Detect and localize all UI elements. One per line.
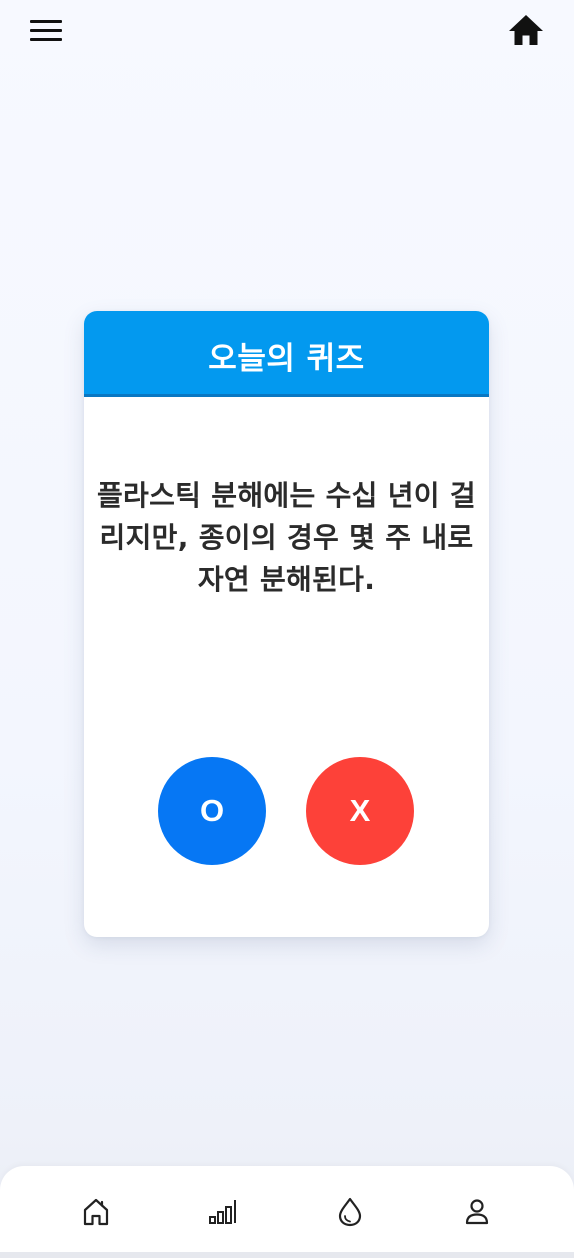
bottom-nav: [0, 1166, 574, 1258]
hamburger-menu-icon[interactable]: [28, 16, 64, 46]
top-bar: [0, 0, 574, 64]
quiz-question: 플라스틱 분해에는 수십 년이 걸리지만, 종이의 경우 몇 주 내로 자연 분…: [97, 479, 476, 596]
bottom-edge: [0, 1252, 574, 1258]
answer-o-button[interactable]: O: [158, 757, 266, 865]
nav-user-icon[interactable]: [459, 1196, 495, 1228]
nav-bar-chart-icon[interactable]: [205, 1196, 241, 1228]
quiz-card: 오늘의 퀴즈 플라스틱 분해에는 수십 년이 걸리지만, 종이의 경우 몇 주 …: [84, 311, 489, 937]
nav-water-drop-icon[interactable]: [332, 1196, 368, 1228]
quiz-card-header: 오늘의 퀴즈: [84, 311, 489, 397]
nav-home-icon[interactable]: [78, 1196, 114, 1228]
quiz-title: 오늘의 퀴즈: [208, 341, 365, 377]
answer-x-button[interactable]: X: [306, 757, 414, 865]
home-icon[interactable]: [506, 12, 546, 50]
